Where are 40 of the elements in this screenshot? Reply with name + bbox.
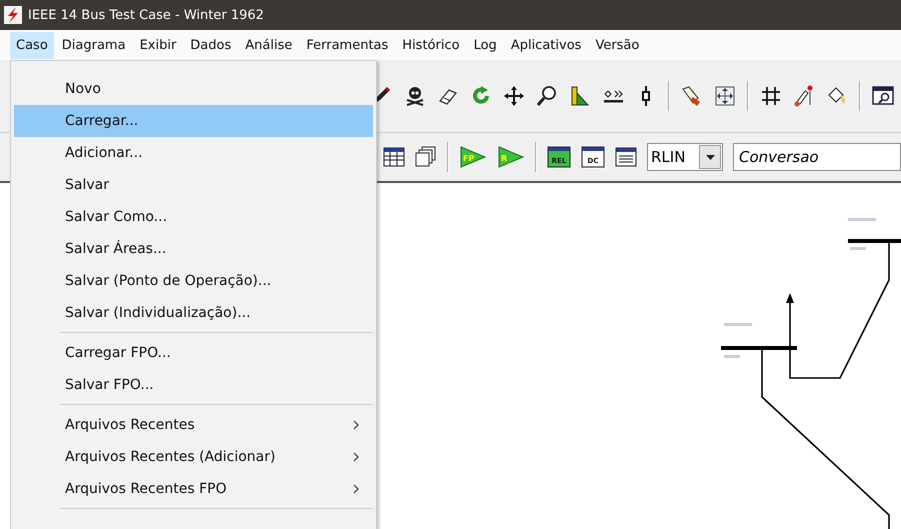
- app-logo-icon: [4, 6, 22, 24]
- skull-icon[interactable]: [404, 85, 426, 107]
- menu-item[interactable]: Dados: [184, 32, 238, 58]
- combo-box[interactable]: RLIN: [647, 143, 723, 171]
- menu-item[interactable]: Novo: [14, 73, 373, 105]
- list-icon[interactable]: [615, 146, 637, 168]
- ruler-icon[interactable]: [569, 85, 591, 107]
- menu-item[interactable]: Salvar FPO...: [14, 369, 373, 401]
- menu-item[interactable]: Carregar FPO...: [14, 337, 373, 369]
- grid-icon[interactable]: [760, 85, 782, 107]
- menu-item[interactable]: Diagrama: [56, 32, 132, 58]
- table-icon[interactable]: [383, 146, 405, 168]
- menu-item[interactable]: Ferramentas: [300, 32, 394, 58]
- menu-item[interactable]: Log: [468, 32, 503, 58]
- window-title: IEEE 14 Bus Test Case - Winter 1962: [28, 8, 264, 22]
- menu-item[interactable]: Exibir: [134, 32, 182, 58]
- move-icon[interactable]: [503, 85, 525, 107]
- menu-item[interactable]: Salvar Áreas...: [14, 233, 373, 265]
- menu-item[interactable]: Carregar...: [14, 105, 373, 137]
- flashlight-icon[interactable]: [681, 85, 703, 107]
- copy-icon[interactable]: [415, 146, 437, 168]
- menu-item[interactable]: Salvar: [14, 169, 373, 201]
- menu-item[interactable]: Adicionar...: [14, 137, 373, 169]
- search-icon[interactable]: [536, 85, 558, 107]
- fit-view-icon[interactable]: [714, 85, 736, 107]
- text-field[interactable]: Conversao: [733, 143, 901, 171]
- menu-item[interactable]: Histórico: [396, 32, 466, 58]
- menu-item[interactable]: Salvar (Ponto de Operação)...: [14, 265, 373, 297]
- menu-item[interactable]: Versão: [589, 32, 646, 58]
- menu-item[interactable]: Aplicativos: [504, 32, 588, 58]
- menu-item[interactable]: Salvar Como...: [14, 201, 373, 233]
- menu-item[interactable]: Arquivos Recentes (Adicionar): [14, 441, 373, 473]
- node-pen-icon[interactable]: [793, 85, 815, 107]
- menu-item[interactable]: Salvar (Individualização)...: [14, 297, 373, 329]
- menu-item[interactable]: Arquivos Recentes: [14, 409, 373, 441]
- window-search-icon[interactable]: [872, 85, 894, 107]
- menu-item[interactable]: Análise: [239, 32, 298, 58]
- menu-item[interactable]: Arquivos Recentes FPO: [14, 473, 373, 505]
- menu-item[interactable]: Caso: [10, 32, 54, 58]
- dropdown-arrow-icon: [706, 154, 714, 160]
